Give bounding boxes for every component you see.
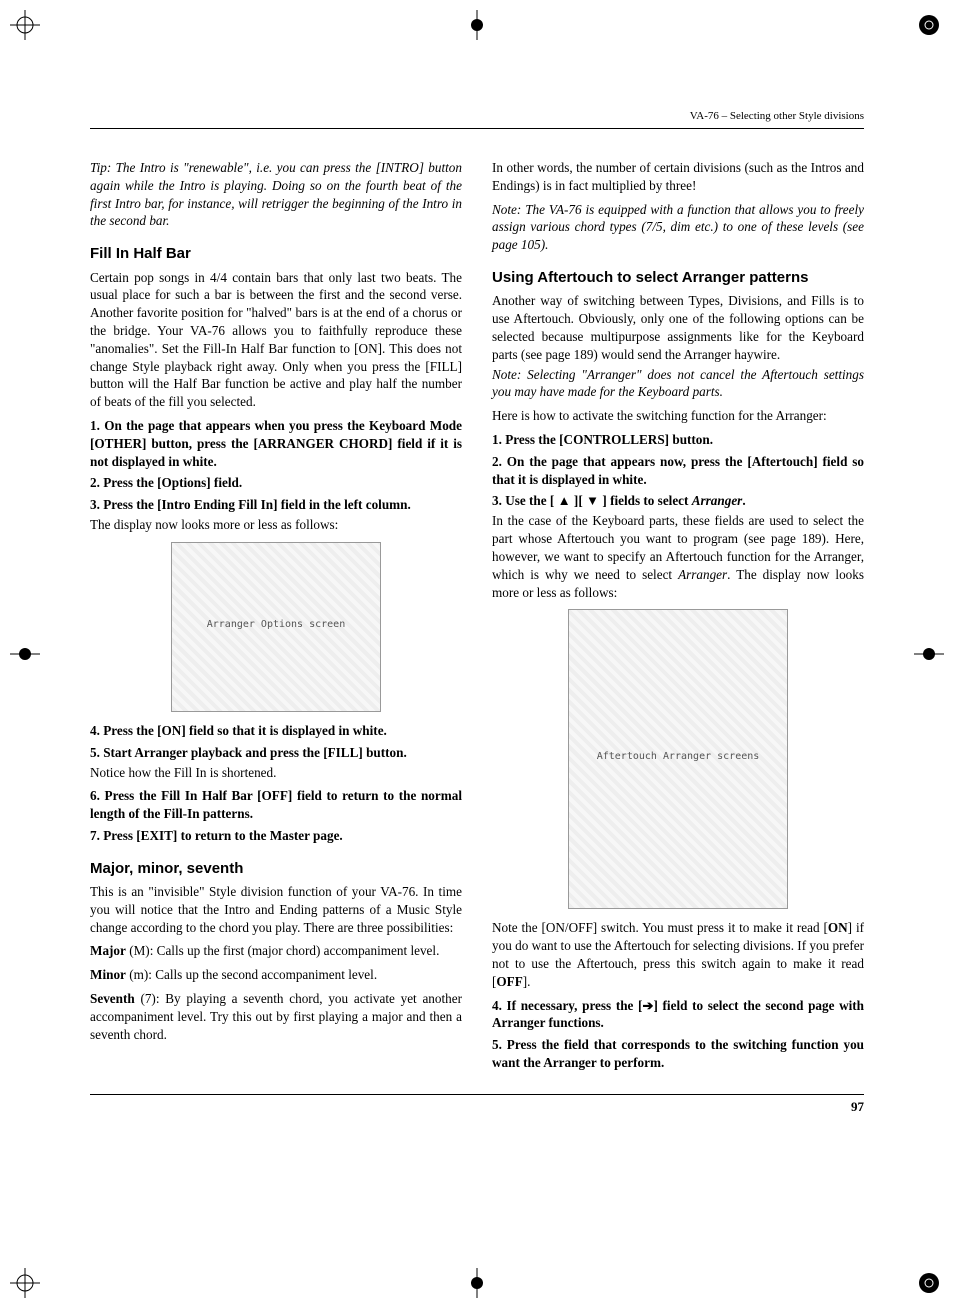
step-1: 1. Press the [CONTROLLERS] button. (492, 431, 864, 449)
body-text: Notice how the Fill In is shortened. (90, 764, 462, 782)
tip-paragraph: Tip: The Intro is "renewable", i.e. you … (90, 159, 462, 230)
body-text: Seventh (7): By playing a seventh chord,… (90, 990, 462, 1043)
body-text: The display now looks more or less as fo… (90, 516, 462, 534)
heading-major-minor-seventh: Major, minor, seventh (90, 859, 462, 879)
step-2: 2. On the page that appears now, press t… (492, 453, 864, 489)
page: VA-76 – Selecting other Style divisions … (0, 0, 954, 1308)
crop-mark-icon (10, 639, 40, 669)
heading-aftertouch: Using Aftertouch to select Arranger patt… (492, 268, 864, 288)
body-text: In the case of the Keyboard parts, these… (492, 512, 864, 601)
body-text: In other words, the number of certain di… (492, 159, 864, 195)
body-text: Note the [ON/OFF] switch. You must press… (492, 919, 864, 990)
screenshot-aftertouch-arranger: Aftertouch Arranger screens (568, 609, 788, 909)
arrow-up-icon: ▲ (558, 493, 571, 508)
step-1: 1. On the page that appears when you pre… (90, 417, 462, 470)
body-text: Another way of switching between Types, … (492, 292, 864, 363)
heading-fill-in-half-bar: Fill In Half Bar (90, 244, 462, 264)
step-6: 6. Press the Fill In Half Bar [OFF] fiel… (90, 787, 462, 823)
left-column: Tip: The Intro is "renewable", i.e. you … (90, 159, 462, 1074)
step-5: 5. Start Arranger playback and press the… (90, 744, 462, 762)
running-header: VA-76 – Selecting other Style divisions (70, 110, 884, 122)
crop-mark-icon (914, 10, 944, 40)
body-text: This is an "invisible" Style division fu… (90, 883, 462, 936)
footer-rule (90, 1094, 864, 1095)
crop-mark-icon (10, 1268, 40, 1298)
crop-mark-icon (462, 1268, 492, 1298)
body-text: Certain pop songs in 4/4 contain bars th… (90, 269, 462, 412)
page-number: 97 (70, 1099, 884, 1115)
body-text: Here is how to activate the switching fu… (492, 407, 864, 425)
screenshot-arranger-options: Arranger Options screen (171, 542, 381, 712)
header-rule (90, 128, 864, 129)
content-columns: Tip: The Intro is "renewable", i.e. you … (70, 159, 884, 1074)
crop-mark-icon (10, 10, 40, 40)
crop-mark-icon (462, 10, 492, 40)
step-4: 4. If necessary, press the [➔] field to … (492, 997, 864, 1033)
note-text: Note: The VA-76 is equipped with a funct… (492, 201, 864, 254)
arrow-down-icon: ▼ (586, 493, 599, 508)
step-3: 3. Press the [Intro Ending Fill In] fiel… (90, 496, 462, 514)
step-2: 2. Press the [Options] field. (90, 474, 462, 492)
body-text: Major (M): Calls up the first (major cho… (90, 942, 462, 960)
step-5: 5. Press the field that corresponds to t… (492, 1036, 864, 1072)
step-3: 3. Use the [ ▲ ][ ▼ ] fields to select A… (492, 492, 864, 510)
arrow-right-icon: ➔ (642, 998, 653, 1013)
right-column: In other words, the number of certain di… (492, 159, 864, 1074)
step-4: 4. Press the [ON] field so that it is di… (90, 722, 462, 740)
crop-mark-icon (914, 639, 944, 669)
body-text: Minor (m): Calls up the second accompani… (90, 966, 462, 984)
crop-mark-icon (914, 1268, 944, 1298)
note-text: Note: Selecting "Arranger" does not canc… (492, 366, 864, 402)
step-7: 7. Press [EXIT] to return to the Master … (90, 827, 462, 845)
